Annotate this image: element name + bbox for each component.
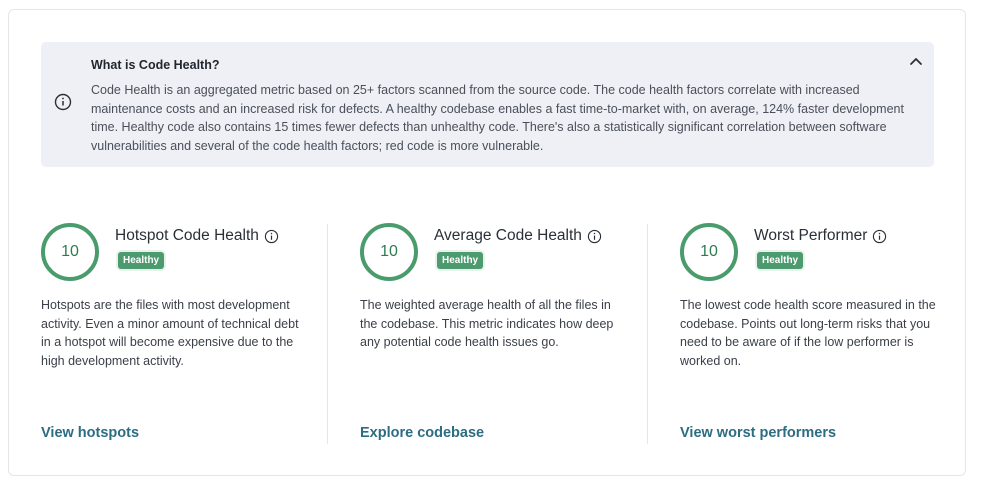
column-divider (327, 224, 328, 444)
info-description: Code Health is an aggregated metric base… (91, 83, 904, 153)
column-divider (647, 224, 648, 444)
info-icon[interactable] (264, 229, 279, 244)
status-badge: Healthy (437, 252, 484, 269)
status-badge: Healthy (118, 252, 165, 269)
metric-title-text: Hotspot Code Health (115, 227, 259, 244)
metric-title: Worst Performer (754, 227, 887, 245)
worst-performer-section: 10 Worst Performer Healthy The lowest co… (680, 222, 950, 446)
info-title: What is Code Health? (91, 58, 220, 72)
info-circle-icon (54, 93, 72, 111)
view-worst-performers-link[interactable]: View worst performers (680, 425, 836, 441)
score-value: 10 (380, 243, 398, 260)
score-ring: 10 (360, 223, 418, 281)
metric-title-text: Average Code Health (434, 227, 582, 244)
score-ring: 10 (41, 223, 99, 281)
average-code-health-section: 10 Average Code Health Healthy The weigh… (360, 222, 630, 446)
score-value: 10 (61, 243, 79, 260)
view-hotspots-link[interactable]: View hotspots (41, 425, 139, 441)
explore-codebase-link[interactable]: Explore codebase (360, 425, 484, 441)
score-value: 10 (700, 243, 718, 260)
chevron-up-icon[interactable] (908, 54, 924, 70)
metric-title-text: Worst Performer (754, 227, 868, 244)
metric-description: The lowest code health score measured in… (680, 298, 936, 368)
info-icon[interactable] (587, 229, 602, 244)
metric-description: The weighted average health of all the f… (360, 298, 614, 350)
hotspot-code-health-section: 10 Hotspot Code Health Healthy Hotspots … (41, 222, 311, 446)
metric-title: Hotspot Code Health (115, 227, 279, 245)
metric-title: Average Code Health (434, 227, 602, 245)
score-ring: 10 (680, 223, 738, 281)
code-health-info-panel: What is Code Health? Code Health is an a… (41, 42, 934, 167)
metric-description: Hotspots are the files with most develop… (41, 298, 299, 368)
info-icon[interactable] (872, 229, 887, 244)
status-badge: Healthy (757, 252, 804, 269)
